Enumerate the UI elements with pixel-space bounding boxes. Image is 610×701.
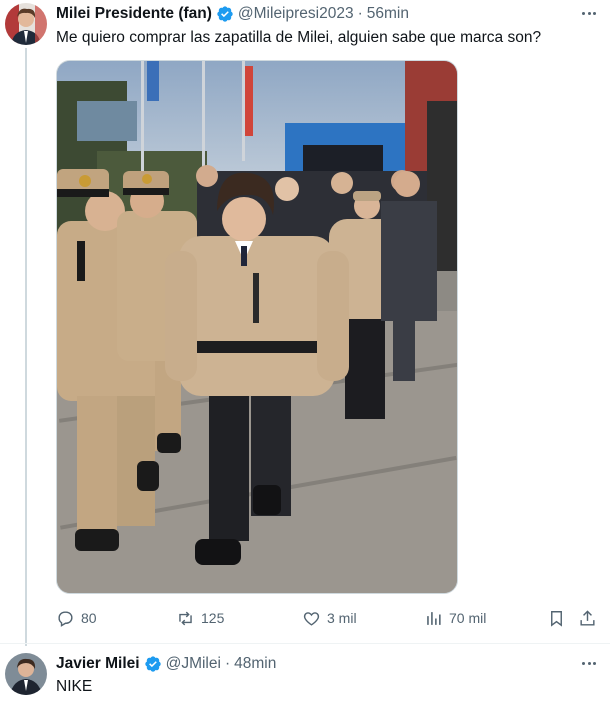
author-handle[interactable]: @JMilei: [166, 654, 221, 674]
tweet-reply: Javier Milei @JMilei · 48min NIKE: [0, 644, 610, 701]
like-button[interactable]: 3 mil: [302, 604, 357, 632]
like-count: 3 mil: [327, 610, 357, 626]
repost-icon: [179, 611, 192, 625]
avatar-image: [5, 653, 47, 695]
thread-connector-line: [25, 48, 27, 646]
timestamp[interactable]: 56min: [367, 4, 409, 24]
reply-button[interactable]: 80: [56, 604, 97, 632]
reply-count: 80: [81, 610, 97, 626]
views-icon: [427, 611, 441, 625]
avatar[interactable]: [5, 3, 47, 45]
reply-icon: [58, 610, 73, 627]
more-icon[interactable]: [578, 3, 600, 23]
more-icon[interactable]: [578, 653, 600, 673]
like-icon: [303, 611, 320, 626]
verified-icon: [144, 656, 161, 672]
avatar[interactable]: [5, 653, 47, 695]
tweet-actions: 80 125 3 mil 70 mil: [56, 604, 600, 632]
photo-image: [57, 61, 457, 593]
share-icon: [580, 609, 595, 626]
repost-count: 125: [201, 610, 225, 626]
views-count: 70 mil: [449, 610, 487, 626]
views-button[interactable]: 70 mil: [424, 604, 486, 632]
author-name[interactable]: Javier Milei: [56, 654, 140, 674]
tweet-original: Milei Presidente (fan) @Mileipresi2023 ·…: [0, 0, 610, 646]
timestamp[interactable]: 48min: [234, 654, 276, 674]
separator-dot: ·: [357, 5, 363, 22]
tweet-text: Me quiero comprar las zapatilla de Milei…: [56, 29, 542, 46]
bookmark-button[interactable]: [547, 604, 566, 632]
avatar-image: [5, 3, 47, 45]
tweet-header: Javier Milei @JMilei · 48min: [56, 654, 276, 674]
share-button[interactable]: [578, 604, 597, 632]
author-handle[interactable]: @Mileipresi2023: [238, 4, 354, 24]
verified-icon: [217, 6, 233, 22]
separator-dot: ·: [224, 655, 231, 672]
tweet-header: Milei Presidente (fan) @Mileipresi2023 ·…: [56, 4, 409, 24]
author-name[interactable]: Milei Presidente (fan): [56, 4, 212, 24]
repost-button[interactable]: 125: [176, 604, 224, 632]
bookmark-icon: [551, 610, 562, 627]
tweet-photo[interactable]: [56, 60, 458, 594]
tweet-text: NIKE: [56, 678, 93, 695]
